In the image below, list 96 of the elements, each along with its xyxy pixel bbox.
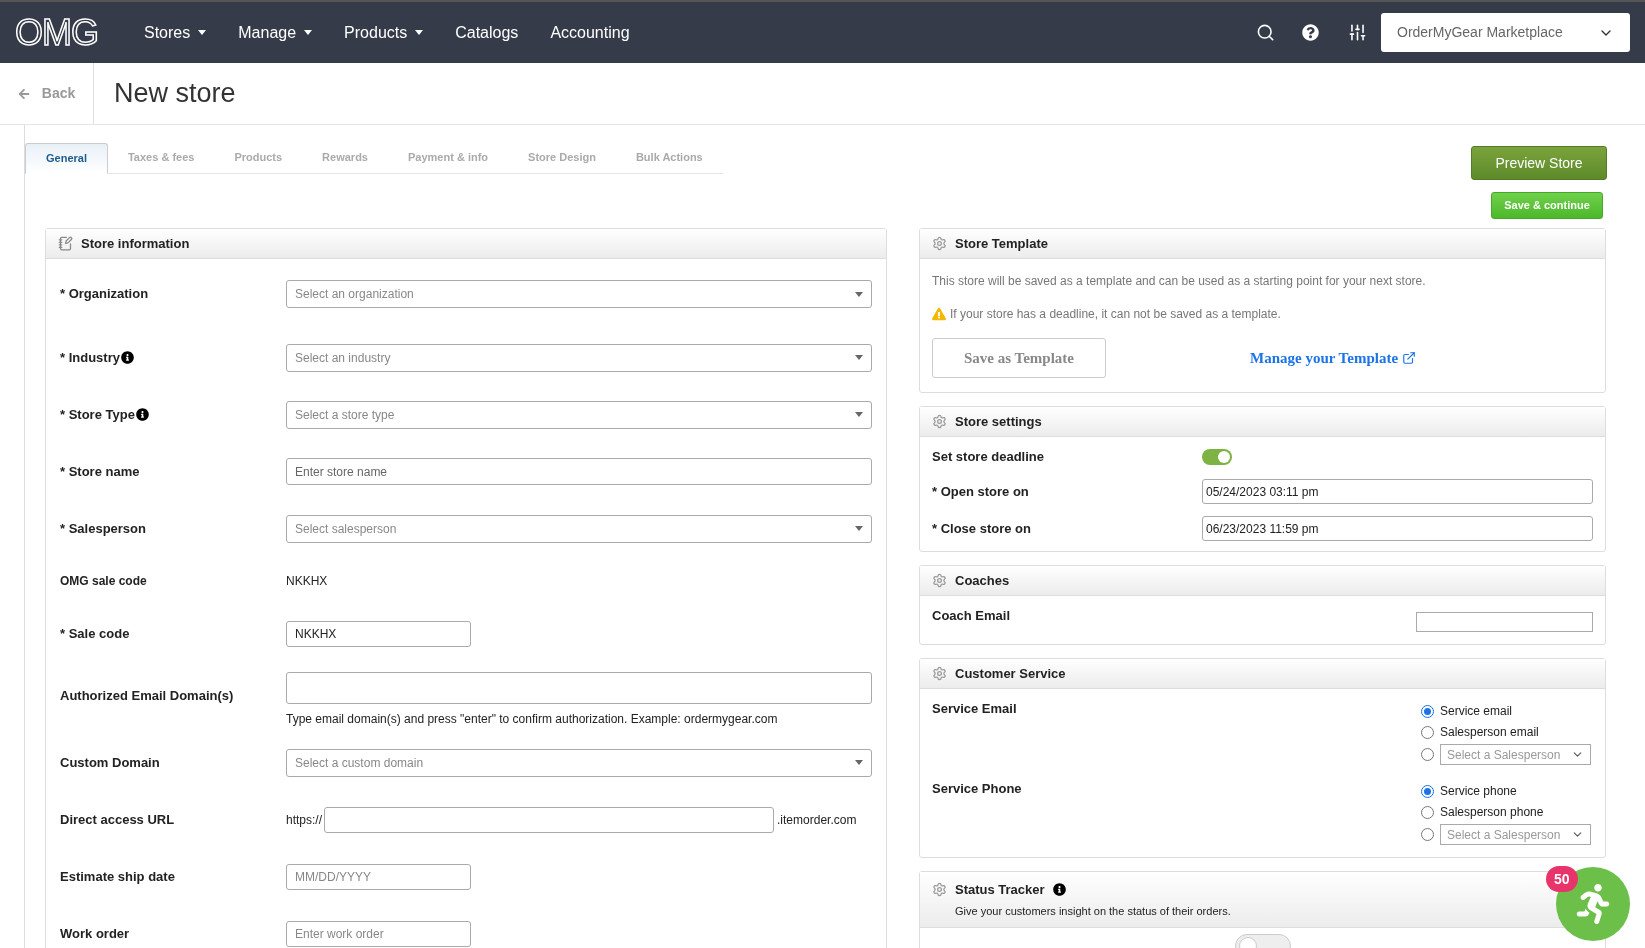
- sale-code-value: NKKHX: [286, 573, 328, 590]
- panel-title: Store information: [81, 234, 190, 253]
- caret-icon: [415, 30, 424, 35]
- caret-icon: [855, 291, 863, 297]
- account-dropdown[interactable]: OrderMyGear Marketplace: [1381, 13, 1630, 52]
- date-time-field[interactable]: 05/24/2023 03:11 pm: [1202, 479, 1593, 504]
- field-label: * Salesperson: [60, 519, 146, 538]
- back-arrow-icon: [17, 87, 30, 100]
- field-label: * Close store on: [932, 519, 1032, 538]
- radio-label: Salesperson email: [1440, 724, 1539, 741]
- caret-icon: [855, 355, 863, 360]
- hint-text: Type email domain(s) and press "enter" to confirm authorization. Example: ordermygear.com: [286, 711, 779, 728]
- toggle-switch[interactable]: [1202, 449, 1232, 465]
- caret-icon: [198, 30, 207, 35]
- field-label: * Store Type: [60, 405, 135, 424]
- manage-template-link[interactable]: Manage your Template: [1250, 346, 1417, 370]
- nav-item[interactable]: Products: [344, 20, 424, 45]
- field-label: * Open store on: [932, 482, 1030, 501]
- field-label: Estimate ship date: [60, 867, 175, 886]
- search-icon[interactable]: [1256, 23, 1275, 42]
- field-label: * Sale code: [60, 624, 130, 643]
- field-label: Service Phone: [932, 780, 1022, 798]
- field-label: Service Email: [932, 700, 1017, 718]
- url-field[interactable]: [324, 806, 775, 833]
- template-description: This store will be saved as a template and can be used as a starting point for your next store.: [932, 273, 1427, 290]
- info-icon[interactable]: [120, 351, 134, 364]
- panel-title: Status Tracker: [955, 881, 1045, 899]
- tab[interactable]: Rewards: [302, 142, 388, 173]
- field-label: * Organization: [60, 285, 149, 304]
- coach-email-field[interactable]: [1416, 612, 1593, 632]
- save-as-template-button[interactable]: Save as Template: [932, 338, 1106, 378]
- settings-icon[interactable]: [1348, 23, 1367, 42]
- salesperson-select[interactable]: Select a Salesperson: [1440, 824, 1591, 845]
- caret-icon: [304, 30, 313, 35]
- panel-title: Customer Service: [955, 664, 1066, 683]
- url-prefix: https://: [286, 811, 323, 829]
- info-icon[interactable]: [135, 408, 149, 421]
- tab[interactable]: General: [25, 143, 108, 174]
- select-field[interactable]: Select salesperson: [286, 514, 872, 543]
- panel-title: Store settings: [955, 412, 1042, 431]
- select-field[interactable]: Select a store type: [286, 400, 872, 429]
- field-label: Direct access URL: [60, 810, 175, 829]
- select-field[interactable]: Select an organization: [286, 280, 872, 308]
- status-tracker-description: Give your customers insight on the status of their orders.: [955, 903, 1232, 919]
- field-label: Custom Domain: [60, 753, 160, 772]
- tab[interactable]: Store Design: [508, 142, 616, 173]
- field-label: * Industry: [60, 348, 120, 367]
- tab[interactable]: Products: [214, 142, 303, 173]
- warning-icon: [932, 307, 946, 321]
- select-field[interactable]: Select a custom domain: [286, 748, 872, 777]
- nav-item[interactable]: Manage: [238, 20, 313, 45]
- text-field[interactable]: Enter work order: [286, 920, 471, 947]
- nav-item[interactable]: Catalogs: [455, 20, 519, 45]
- info-icon[interactable]: [1052, 883, 1066, 897]
- field-label: Authorized Email Domain(s): [60, 687, 234, 705]
- panel-title: Coaches: [955, 571, 1010, 590]
- nav-item[interactable]: Stores: [144, 20, 207, 45]
- page-title: New store: [114, 77, 236, 111]
- save-continue-button[interactable]: Save & continue: [1491, 192, 1603, 219]
- url-suffix: .itemorder.com: [777, 811, 857, 829]
- text-field[interactable]: NKKHX: [286, 620, 471, 647]
- nav-item[interactable]: Accounting: [550, 20, 630, 45]
- field-label: Coach Email: [932, 607, 1011, 625]
- gear-icon: [932, 666, 947, 681]
- radio-label: Service phone: [1440, 783, 1517, 800]
- gear-icon: [932, 236, 947, 251]
- text-field[interactable]: MM/DD/YYYY: [286, 863, 471, 890]
- gear-icon: [932, 573, 947, 588]
- tab[interactable]: Taxes & fees: [107, 142, 215, 173]
- radio-label: Salesperson phone: [1440, 804, 1544, 821]
- select-field[interactable]: Select an industry: [286, 343, 872, 372]
- caret-icon: [855, 760, 863, 765]
- field-label: OMG sale code: [60, 573, 147, 590]
- gear-icon: [932, 414, 947, 429]
- back-link[interactable]: Back: [17, 83, 76, 104]
- logo[interactable]: OMG: [15, 5, 98, 60]
- panel-title: Store Template: [955, 234, 1048, 253]
- notepad-icon: [58, 236, 73, 251]
- text-field[interactable]: [286, 672, 872, 704]
- gear-icon: [932, 882, 947, 898]
- field-label: * Store name: [60, 462, 140, 481]
- external-link-icon: [1402, 351, 1417, 365]
- date-time-field[interactable]: 06/23/2023 11:59 pm: [1202, 516, 1593, 541]
- field-label: Set store deadline: [932, 448, 1045, 467]
- salesperson-select[interactable]: Select a Salesperson: [1440, 744, 1591, 765]
- notification-badge: 50: [1546, 866, 1578, 892]
- caret-icon: [855, 526, 863, 531]
- caret-icon: [855, 412, 863, 417]
- field-label: Work order: [60, 924, 130, 943]
- template-warning: If your store has a deadline, it can not be saved as a template.: [950, 306, 1281, 323]
- radio-label: Service email: [1440, 703, 1513, 720]
- text-field[interactable]: Enter store name: [286, 458, 872, 485]
- help-icon[interactable]: [1302, 24, 1319, 41]
- tab[interactable]: Bulk Actions: [615, 142, 723, 173]
- preview-store-button[interactable]: Preview Store: [1471, 146, 1607, 180]
- tab[interactable]: Payment & info: [387, 142, 509, 173]
